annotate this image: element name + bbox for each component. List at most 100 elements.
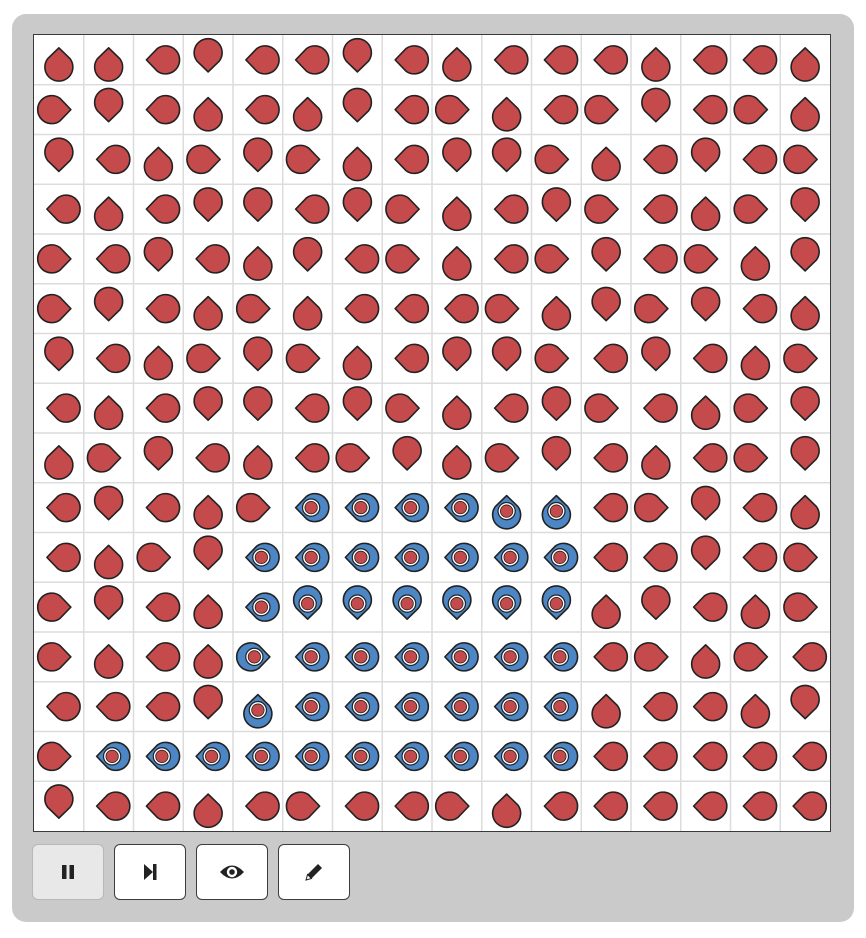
red-cell-piece[interactable]: [692, 741, 728, 772]
red-cell-piece[interactable]: [591, 693, 621, 729]
red-cell-piece[interactable]: [534, 343, 570, 374]
red-cell-piece[interactable]: [541, 386, 572, 421]
red-cell-piece[interactable]: [86, 443, 122, 473]
red-cell-piece[interactable]: [643, 244, 678, 274]
blue-cell-piece[interactable]: [294, 691, 330, 722]
red-cell-piece[interactable]: [790, 435, 820, 471]
red-cell-piece[interactable]: [285, 791, 321, 821]
red-cell-piece[interactable]: [593, 542, 629, 573]
red-cell-piece[interactable]: [143, 435, 174, 471]
blue-cell-piece[interactable]: [394, 691, 430, 722]
blue-cell-piece[interactable]: [342, 585, 373, 620]
blue-cell-piece[interactable]: [195, 741, 231, 772]
red-cell-piece[interactable]: [641, 336, 671, 372]
red-cell-piece[interactable]: [690, 644, 721, 679]
red-cell-piece[interactable]: [186, 343, 221, 374]
red-cell-piece[interactable]: [643, 144, 678, 175]
red-cell-piece[interactable]: [44, 784, 74, 819]
red-cell-piece[interactable]: [394, 343, 430, 374]
red-cell-piece[interactable]: [534, 244, 570, 274]
blue-cell-piece[interactable]: [442, 585, 472, 620]
red-cell-piece[interactable]: [643, 791, 678, 821]
red-cell-piece[interactable]: [243, 187, 273, 222]
red-cell-piece[interactable]: [733, 642, 769, 672]
game-board[interactable]: [33, 34, 831, 832]
red-cell-piece[interactable]: [742, 293, 778, 324]
blue-cell-piece[interactable]: [243, 693, 273, 729]
red-cell-piece[interactable]: [733, 443, 769, 473]
red-cell-piece[interactable]: [593, 741, 629, 772]
blue-cell-piece[interactable]: [344, 691, 380, 722]
red-cell-piece[interactable]: [294, 443, 330, 473]
red-cell-piece[interactable]: [95, 244, 131, 274]
red-cell-piece[interactable]: [733, 393, 769, 423]
red-cell-piece[interactable]: [243, 137, 273, 173]
red-cell-piece[interactable]: [145, 691, 181, 722]
red-cell-piece[interactable]: [342, 146, 373, 182]
red-cell-piece[interactable]: [740, 693, 771, 729]
red-cell-piece[interactable]: [342, 187, 373, 222]
red-cell-piece[interactable]: [541, 187, 572, 222]
red-cell-piece[interactable]: [243, 445, 273, 480]
pause-button[interactable]: [32, 844, 104, 900]
blue-cell-piece[interactable]: [491, 494, 522, 530]
red-cell-piece[interactable]: [442, 336, 472, 372]
red-cell-piece[interactable]: [44, 445, 74, 480]
blue-cell-piece[interactable]: [543, 642, 579, 672]
red-cell-piece[interactable]: [790, 684, 820, 720]
red-cell-piece[interactable]: [543, 791, 579, 821]
red-cell-piece[interactable]: [95, 343, 131, 374]
red-cell-piece[interactable]: [245, 45, 280, 75]
red-cell-piece[interactable]: [342, 345, 373, 381]
red-cell-piece[interactable]: [740, 246, 771, 281]
blue-cell-piece[interactable]: [543, 741, 579, 772]
blue-cell-piece[interactable]: [245, 542, 280, 573]
red-cell-piece[interactable]: [93, 196, 124, 232]
red-cell-piece[interactable]: [292, 96, 323, 132]
red-cell-piece[interactable]: [342, 386, 373, 421]
red-cell-piece[interactable]: [692, 443, 728, 473]
red-cell-piece[interactable]: [344, 293, 380, 324]
red-cell-piece[interactable]: [790, 236, 820, 272]
red-cell-piece[interactable]: [93, 644, 124, 679]
blue-cell-piece[interactable]: [394, 741, 430, 772]
red-cell-piece[interactable]: [633, 492, 669, 523]
red-cell-piece[interactable]: [95, 791, 131, 821]
blue-cell-piece[interactable]: [344, 741, 380, 772]
red-cell-piece[interactable]: [690, 137, 721, 173]
red-cell-piece[interactable]: [584, 393, 619, 423]
red-cell-piece[interactable]: [93, 286, 124, 322]
red-cell-piece[interactable]: [145, 94, 181, 125]
blue-cell-piece[interactable]: [292, 585, 323, 620]
red-cell-piece[interactable]: [692, 94, 728, 125]
red-cell-piece[interactable]: [292, 236, 323, 272]
red-cell-piece[interactable]: [783, 343, 818, 374]
red-cell-piece[interactable]: [740, 594, 771, 630]
red-cell-piece[interactable]: [285, 144, 321, 175]
red-cell-piece[interactable]: [193, 96, 223, 132]
red-cell-piece[interactable]: [145, 791, 181, 821]
red-cell-piece[interactable]: [790, 386, 820, 421]
red-cell-piece[interactable]: [442, 196, 472, 232]
red-cell-piece[interactable]: [593, 45, 629, 75]
red-cell-piece[interactable]: [145, 45, 181, 75]
red-cell-piece[interactable]: [641, 585, 671, 620]
red-cell-piece[interactable]: [641, 47, 671, 82]
blue-cell-piece[interactable]: [294, 741, 330, 772]
red-cell-piece[interactable]: [591, 286, 621, 322]
red-cell-piece[interactable]: [145, 492, 181, 523]
red-cell-piece[interactable]: [44, 336, 74, 372]
red-cell-piece[interactable]: [491, 137, 522, 173]
red-cell-piece[interactable]: [385, 244, 420, 274]
blue-cell-piece[interactable]: [543, 691, 579, 722]
red-cell-piece[interactable]: [543, 45, 579, 75]
red-cell-piece[interactable]: [93, 544, 124, 580]
red-cell-piece[interactable]: [342, 37, 373, 73]
red-cell-piece[interactable]: [442, 246, 472, 281]
red-cell-piece[interactable]: [93, 585, 124, 620]
blue-cell-piece[interactable]: [491, 585, 522, 620]
red-cell-piece[interactable]: [46, 542, 81, 573]
red-cell-piece[interactable]: [692, 592, 728, 622]
red-cell-piece[interactable]: [690, 286, 721, 322]
red-cell-piece[interactable]: [733, 194, 769, 224]
